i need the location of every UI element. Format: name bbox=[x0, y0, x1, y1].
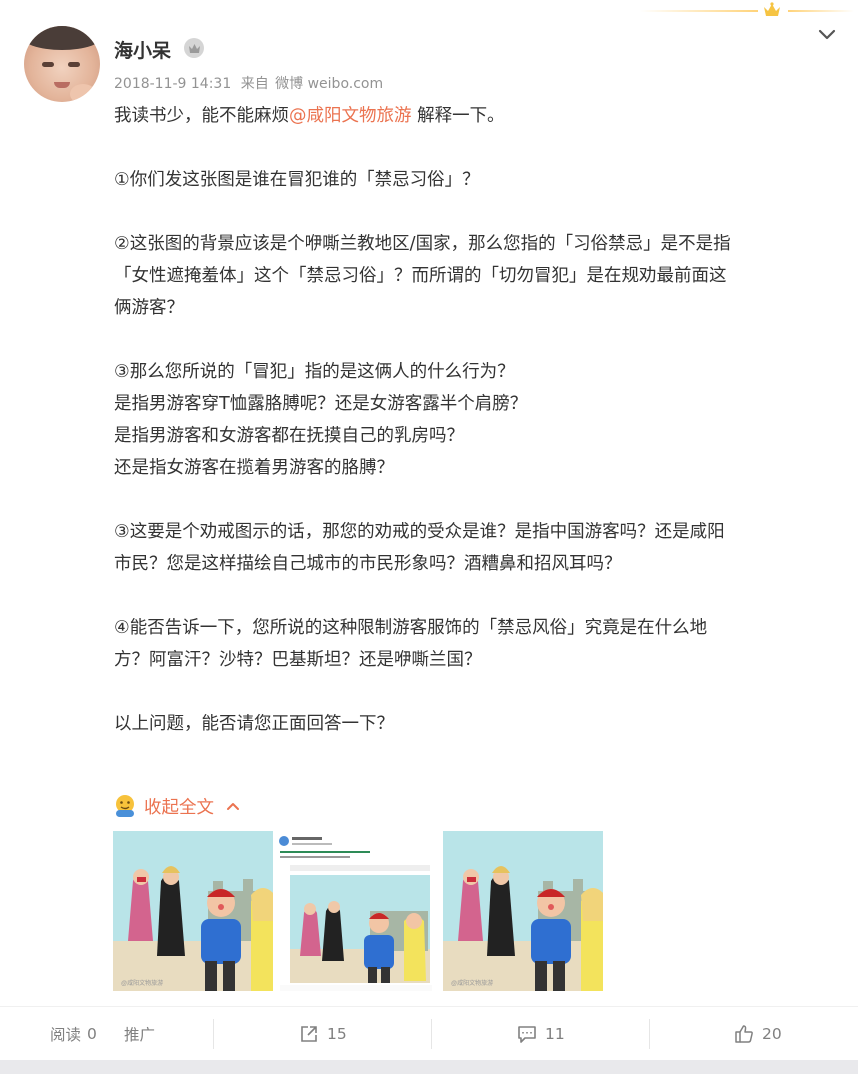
repost-icon bbox=[301, 1026, 317, 1042]
like-button[interactable]: 20 bbox=[734, 1007, 782, 1061]
text-line: 「女性遮掩羞体」这个「禁忌习俗」？而所谓的「切勿冒犯」是在规劝最前面这 bbox=[114, 266, 727, 286]
read-count: 阅读 0 bbox=[50, 1007, 97, 1061]
paragraph: 以上问题，能否请您正面回答一下？ bbox=[114, 708, 836, 740]
action-bar: 阅读 0 推广 15 11 20 bbox=[0, 1006, 858, 1060]
comment-button[interactable]: 11 bbox=[517, 1007, 565, 1061]
cartoon-illustration: @咸阳文物旅游 bbox=[113, 831, 273, 991]
image-thumbnail[interactable]: @咸阳文物旅游 bbox=[113, 831, 273, 991]
text-line: ②这张图的背景应该是个咿嘶兰教地区/国家，那么您指的「习俗禁忌」是不是指 bbox=[114, 234, 731, 254]
chevron-up-icon bbox=[227, 803, 239, 810]
svg-text:@咸阳文物旅游: @咸阳文物旅游 bbox=[451, 979, 493, 987]
post-body: 我读书少，能不能麻烦@咸阳文物旅游 解释一下。 ①你们发这张图是谁在冒犯谁的「禁… bbox=[114, 100, 836, 740]
repost-button[interactable]: 15 bbox=[299, 1007, 347, 1061]
text-line: 是指男游客穿T恤露胳膊呢？还是女游客露半个肩膀？ bbox=[114, 394, 528, 414]
text-line: ③这要是个劝戒图示的话，那您的劝戒的受众是谁？是指中国游客吗？还是咸阳 bbox=[114, 522, 725, 542]
post-meta: 2018-11-9 14:31 来自 微博 weibo.com bbox=[114, 73, 388, 93]
paragraph: ①你们发这张图是谁在冒犯谁的「禁忌习俗」？ bbox=[114, 164, 836, 196]
text-line: 俩游客？ bbox=[114, 298, 184, 318]
mention-link[interactable]: @咸阳文物旅游 bbox=[289, 106, 412, 126]
collapse-label[interactable]: 收起全文 bbox=[144, 794, 214, 819]
svg-text:@咸阳文物旅游: @咸阳文物旅游 bbox=[121, 979, 163, 987]
text: 解释一下。 bbox=[411, 106, 505, 126]
text-line: 方？阿富汗？沙特？巴基斯坦？还是咿嘶兰国？ bbox=[114, 650, 482, 670]
chevron-down-icon[interactable] bbox=[817, 28, 837, 42]
source-label: 来自 bbox=[240, 76, 269, 92]
text-line: 是指男游客和女游客都在抚摸自己的乳房吗？ bbox=[114, 426, 464, 446]
text-line: 市民？您是这样描绘自己城市的市民形象吗？酒糟鼻和招风耳吗？ bbox=[114, 554, 622, 574]
paragraph: 我读书少，能不能麻烦@咸阳文物旅游 解释一下。 bbox=[114, 100, 836, 132]
collapse-text-button[interactable]: 收起全文 bbox=[112, 792, 240, 820]
read-value: 0 bbox=[87, 1025, 97, 1043]
paragraph: ④能否告诉一下，您所说的这种限制游客服饰的「禁忌风俗」究竟是在什么地 方？阿富汗… bbox=[114, 612, 836, 676]
comment-icon bbox=[518, 1026, 536, 1043]
like-icon bbox=[735, 1025, 753, 1043]
text-line: 以上问题，能否请您正面回答一下？ bbox=[114, 714, 394, 734]
comment-count[interactable]: 11 bbox=[545, 1025, 565, 1043]
text-line: ③那么您所说的「冒犯」指的是这俩人的什么行为？ bbox=[114, 362, 515, 382]
page-background-strip bbox=[0, 1060, 858, 1074]
post-time[interactable]: 2018-11-9 14:31 bbox=[114, 76, 231, 92]
cartoon-illustration: @咸阳文物旅游 bbox=[443, 831, 603, 991]
vip-badge-icon bbox=[184, 38, 204, 58]
text-line: ①你们发这张图是谁在冒犯谁的「禁忌习俗」？ bbox=[114, 170, 480, 190]
post-screenshot-image bbox=[276, 831, 436, 991]
text-line: 还是指女游客在揽着男游客的胳膊？ bbox=[114, 458, 394, 478]
text: 我读书少，能不能麻烦 bbox=[114, 106, 289, 126]
like-count[interactable]: 20 bbox=[762, 1025, 782, 1043]
post-source: 微博 weibo.com bbox=[275, 76, 384, 92]
crown-icon bbox=[764, 2, 780, 16]
read-label: 阅读 bbox=[50, 1026, 82, 1044]
paragraph: ②这张图的背景应该是个咿嘶兰教地区/国家，那么您指的「习俗禁忌」是不是指 「女性… bbox=[114, 228, 836, 324]
paragraph: ③这要是个劝戒图示的话，那您的劝戒的受众是谁？是指中国游客吗？还是咸阳 市民？您… bbox=[114, 516, 836, 580]
paragraph: ③那么您所说的「冒犯」指的是这俩人的什么行为？ 是指男游客穿T恤露胳膊呢？还是女… bbox=[114, 356, 836, 484]
promote-button[interactable]: 推广 bbox=[124, 1007, 155, 1061]
image-thumbnail[interactable] bbox=[276, 831, 436, 991]
image-thumbnail[interactable]: @咸阳文物旅游 bbox=[443, 831, 603, 991]
repost-count[interactable]: 15 bbox=[327, 1025, 347, 1043]
text-line: ④能否告诉一下，您所说的这种限制游客服饰的「禁忌风俗」究竟是在什么地 bbox=[114, 618, 708, 638]
avatar[interactable] bbox=[24, 26, 100, 102]
promote-label[interactable]: 推广 bbox=[124, 1023, 155, 1045]
username[interactable]: 海小呆 bbox=[114, 36, 171, 63]
top-decoration bbox=[640, 2, 854, 16]
emoji-icon bbox=[116, 795, 134, 817]
